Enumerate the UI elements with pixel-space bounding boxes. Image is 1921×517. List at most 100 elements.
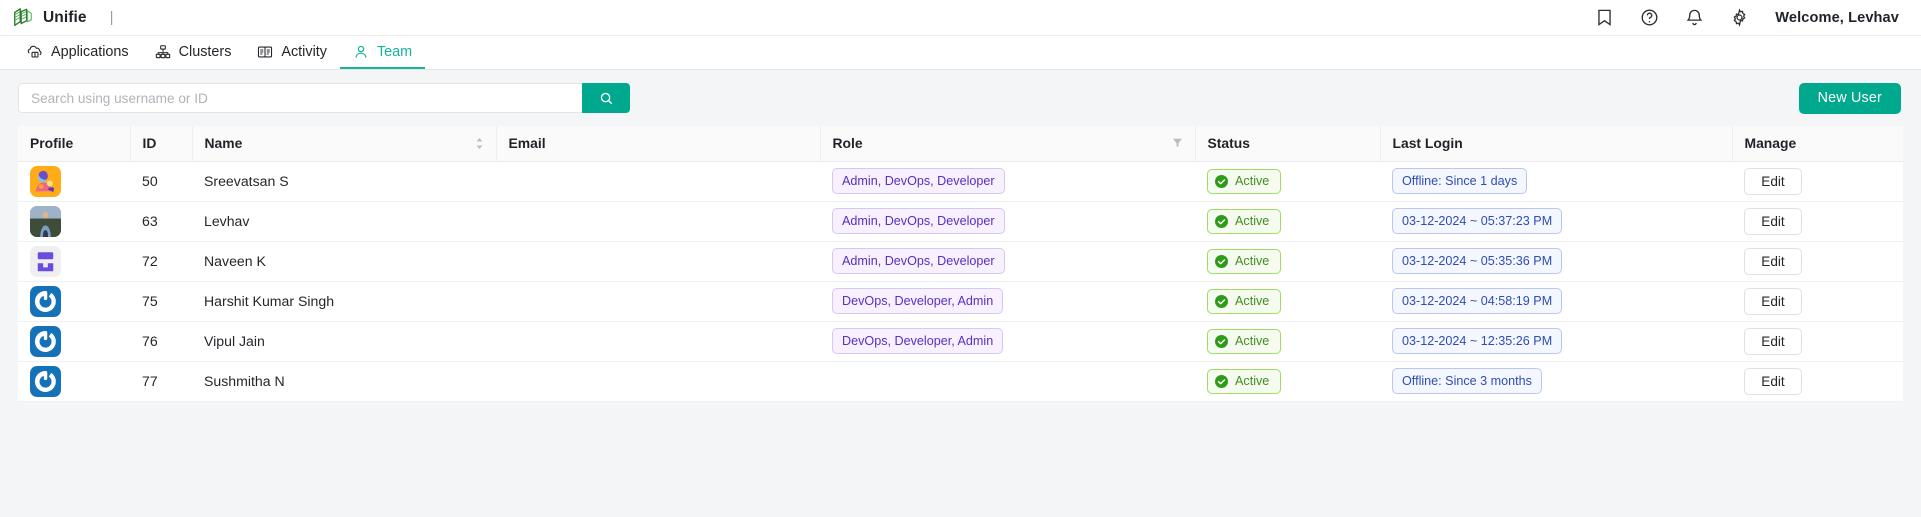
column-header-role[interactable]: Role <box>819 126 1195 162</box>
new-user-button[interactable]: New User <box>1798 82 1901 114</box>
search-input[interactable] <box>18 83 582 113</box>
table-header-row: Profile ID Name Email Role Status Last L… <box>18 126 1903 162</box>
tab-activity[interactable]: Activity <box>244 36 340 69</box>
check-circle-icon <box>1215 174 1228 188</box>
user-id: 72 <box>142 253 158 269</box>
status-label: Active <box>1235 253 1270 268</box>
column-header-last-login: Last Login <box>1379 126 1732 162</box>
user-name: Vipul Jain <box>204 333 265 349</box>
bookmark-icon[interactable] <box>1595 8 1614 27</box>
column-header-profile: Profile <box>18 126 130 162</box>
status-label: Active <box>1235 173 1270 188</box>
toolbar: New User <box>0 70 1921 126</box>
cell-profile <box>18 241 130 282</box>
welcome-text: Welcome, Levhav <box>1775 9 1899 26</box>
cell-name: Sreevatsan S <box>192 161 496 202</box>
activity-icon <box>258 46 273 57</box>
status-badge: Active <box>1207 288 1282 314</box>
column-header-name[interactable]: Name <box>191 126 496 162</box>
cell-id: 63 <box>130 201 192 242</box>
avatar-illustration-orange <box>30 166 61 197</box>
user-id: 76 <box>142 333 158 349</box>
check-circle-icon <box>1215 294 1228 308</box>
cell-name: Sushmitha N <box>192 361 496 402</box>
user-name: Naveen K <box>204 253 266 269</box>
cell-name: Levhav <box>192 201 496 242</box>
edit-button[interactable]: Edit <box>1744 367 1802 395</box>
column-header-status: Status <box>1194 126 1380 162</box>
status-badge: Active <box>1207 248 1282 274</box>
cell-profile <box>18 201 130 242</box>
search-icon <box>600 92 612 104</box>
cell-role: DevOps, Developer, Admin <box>820 281 1195 322</box>
search-group <box>18 83 630 113</box>
cell-name: Vipul Jain <box>192 321 496 362</box>
column-label-last-login: Last Login <box>1392 135 1463 152</box>
sort-arrows-icon[interactable] <box>475 137 484 150</box>
user-id: 75 <box>142 293 158 309</box>
cell-role <box>820 361 1195 402</box>
user-name: Harshit Kumar Singh <box>204 293 335 309</box>
cell-status: Active <box>1195 241 1380 282</box>
last-login-badge: 03-12-2024 ~ 05:35:36 PM <box>1392 247 1563 275</box>
user-name: Levhav <box>204 213 250 229</box>
table-row: 77 Sushmitha N Active Offline: Since 3 mont… <box>18 361 1903 402</box>
edit-button[interactable]: Edit <box>1744 247 1802 275</box>
help-circle-icon[interactable] <box>1640 8 1659 27</box>
role-badge: Admin, DevOps, Developer <box>832 207 1005 235</box>
brand[interactable]: Unifie | <box>12 7 114 29</box>
role-badge: Admin, DevOps, Developer <box>832 167 1005 195</box>
table-row: 63 Levhav Admin, DevOps, Developer Active 03… <box>18 201 1903 242</box>
cell-status: Active <box>1195 361 1380 402</box>
tab-team[interactable]: Team <box>339 36 426 69</box>
column-label-email: Email <box>508 135 546 152</box>
last-login-badge: 03-12-2024 ~ 05:37:23 PM <box>1392 207 1563 235</box>
top-bar: Unifie | Welcome, Levhav <box>0 0 1921 36</box>
edit-button[interactable]: Edit <box>1744 207 1802 235</box>
cell-last-login: Offline: Since 3 months <box>1380 361 1732 402</box>
tab-applications[interactable]: Applications <box>14 36 142 69</box>
column-label-role: Role <box>832 135 863 152</box>
column-label-name: Name <box>204 135 243 152</box>
cell-status: Active <box>1195 281 1380 322</box>
cell-email <box>496 361 820 402</box>
cell-profile <box>18 361 130 402</box>
cell-manage: Edit <box>1732 281 1903 322</box>
edit-button[interactable]: Edit <box>1744 287 1802 315</box>
status-label: Active <box>1235 373 1270 388</box>
cell-role: Admin, DevOps, Developer <box>820 161 1195 202</box>
cell-manage: Edit <box>1732 201 1903 242</box>
cell-id: 50 <box>130 161 192 202</box>
unifie-layers-logo-icon <box>14 7 32 26</box>
role-badge: DevOps, Developer, Admin <box>832 327 1004 355</box>
column-header-id: ID <box>129 126 192 162</box>
tab-team-label: Team <box>376 43 413 60</box>
cell-status: Active <box>1195 321 1380 362</box>
check-circle-icon <box>1215 374 1228 388</box>
cell-id: 75 <box>130 281 192 322</box>
table-head: Profile ID Name Email Role Status Last L… <box>18 126 1903 162</box>
edit-button[interactable]: Edit <box>1744 327 1802 355</box>
filter-funnel-icon[interactable] <box>1172 137 1183 149</box>
cell-last-login: Offline: Since 1 days <box>1380 161 1732 202</box>
column-label-profile: Profile <box>30 135 74 152</box>
cell-email <box>496 281 820 322</box>
clusters-icon <box>155 44 170 58</box>
avatar-purple-blocks-logo <box>30 246 61 277</box>
status-label: Active <box>1235 333 1270 348</box>
gear-icon[interactable] <box>1730 8 1749 27</box>
role-badge: Admin, DevOps, Developer <box>832 247 1005 275</box>
bell-icon[interactable] <box>1685 8 1704 27</box>
team-page: Unifie | Welcome, Levhav Applications Cl… <box>0 0 1921 517</box>
cell-email <box>496 321 820 362</box>
table-row: 75 Harshit Kumar Singh DevOps, Developer, … <box>18 281 1903 322</box>
cell-last-login: 03-12-2024 ~ 04:58:19 PM <box>1380 281 1732 322</box>
user-id: 77 <box>142 373 158 389</box>
top-bar-actions: Welcome, Levhav <box>1595 8 1899 27</box>
cell-email <box>496 201 820 242</box>
search-button[interactable] <box>582 83 630 113</box>
tab-clusters[interactable]: Clusters <box>142 36 245 69</box>
cell-id: 77 <box>130 361 192 402</box>
edit-button[interactable]: Edit <box>1744 167 1802 195</box>
brand-separator: | <box>109 9 114 26</box>
